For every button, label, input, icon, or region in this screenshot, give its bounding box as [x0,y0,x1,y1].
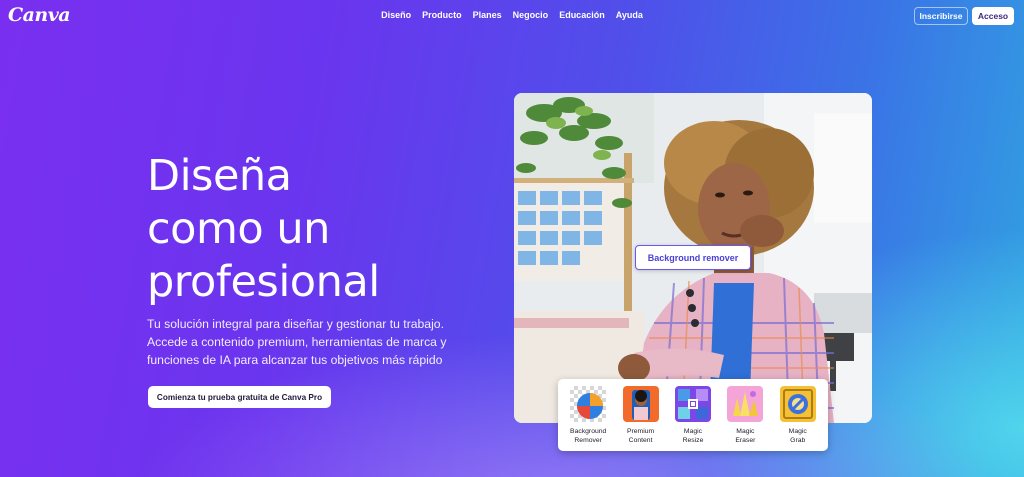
tool-background-remover[interactable]: Background Remover [562,386,614,451]
login-button[interactable]: Acceso [972,7,1014,25]
background-remover-tag: Background remover [635,245,751,270]
magic-grab-icon [779,386,816,422]
nav-item-planes[interactable]: Planes [473,10,502,20]
tool-premium-content[interactable]: Premium Content [615,386,667,451]
nav-item-ayuda[interactable]: Ayuda [616,10,643,20]
headline-line: como un [147,204,330,254]
main-nav: Diseño Producto Planes Negocio Educación… [0,10,1024,20]
hero-subtitle: Tu solución integral para diseñar y gest… [147,315,477,369]
start-trial-button[interactable]: Comienza tu prueba gratuita de Canva Pro [148,386,331,408]
tool-label-line: Grab [790,437,806,444]
tool-magic-grab[interactable]: Magic Grab [772,386,824,451]
tool-label-line: Remover [574,437,602,444]
premium-content-icon [622,386,659,422]
hero-headline: Diseña como un profesional [147,150,477,309]
tool-label-line: Resize [682,437,704,444]
tool-label-line: Magic [788,428,807,435]
subtitle-line: Tu solución integral para diseñar y gest… [147,317,444,331]
background-remover-icon [570,386,607,422]
tool-label: Premium Content [627,427,654,445]
tool-label-line: Magic [683,428,703,435]
magic-resize-icon [674,386,711,422]
magic-eraser-icon [727,386,764,422]
canva-logo[interactable]: Canva [8,4,71,26]
signup-button[interactable]: Inscribirse [914,7,968,25]
tool-label: Magic Resize [683,427,704,445]
headline-line: profesional [147,257,380,307]
tool-label-line: Content [628,437,653,444]
tool-label-line: Eraser [735,437,756,444]
tool-label-line: Magic [736,428,755,435]
tool-magic-eraser[interactable]: Magic Eraser [719,386,771,451]
tool-label-line: Premium [626,428,655,435]
ai-tools-card: Background Remover Premium Content Magic… [558,379,828,451]
subtitle-line: funciones de IA para alcanzar tus objeti… [147,353,443,367]
headline-line: Diseña [147,151,292,201]
tool-label: Magic Eraser [735,427,755,445]
tool-label: Magic Grab [789,427,807,445]
subtitle-line: Accede a contenido premium, herramientas… [147,335,447,349]
nav-item-diseno[interactable]: Diseño [381,10,411,20]
nav-item-negocio[interactable]: Negocio [513,10,549,20]
tool-magic-resize[interactable]: Magic Resize [667,386,719,451]
tool-label: Background Remover [570,427,606,445]
nav-item-producto[interactable]: Producto [422,10,462,20]
nav-item-educacion[interactable]: Educación [559,10,605,20]
tool-label-line: Background [570,428,607,435]
